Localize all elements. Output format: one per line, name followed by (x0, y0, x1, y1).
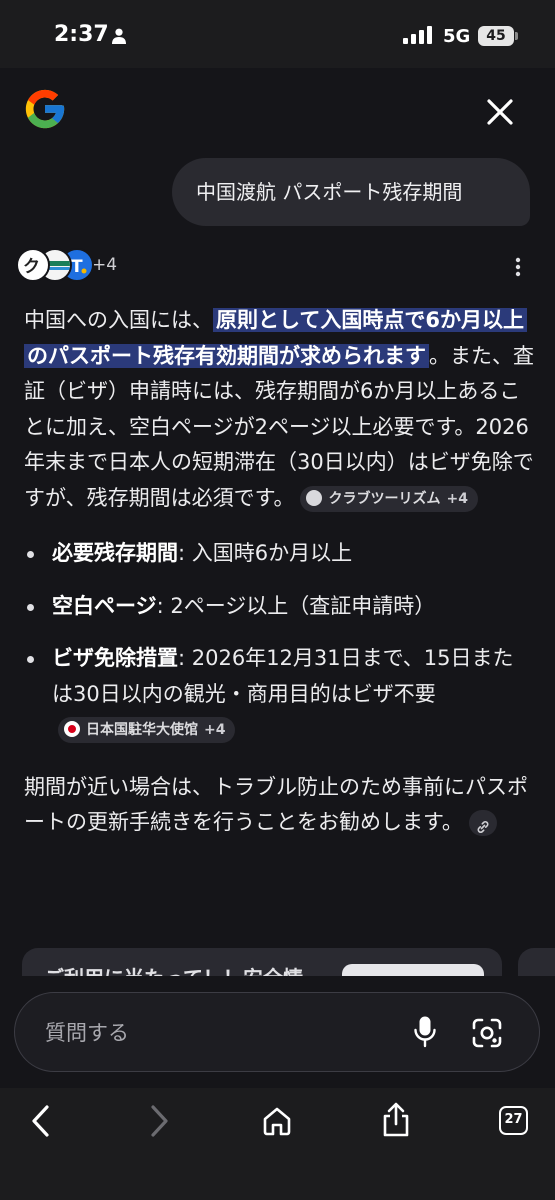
status-bar: 2:37 5G 45 (0, 0, 555, 68)
related-card-next[interactable] (518, 948, 555, 976)
status-time: 2:37 (54, 22, 109, 47)
google-logo-icon (25, 89, 65, 129)
more-options-icon[interactable] (508, 256, 528, 278)
mic-icon[interactable] (413, 1015, 437, 1049)
link-chip[interactable] (468, 810, 497, 836)
user-query-bubble: 中国渡航 パスポート残存期間 (172, 158, 530, 226)
card-title: ご利用に当たって！！安全情 (44, 962, 303, 976)
source-chip-club-tourism[interactable]: クラブツーリズム +4 (300, 485, 478, 512)
home-icon[interactable] (262, 1106, 292, 1136)
related-card[interactable]: ご利用に当たって！！安全情 (22, 948, 502, 976)
list-item: 必要残存期間: 入国時6か月以上 (24, 536, 534, 572)
japan-flag-icon (64, 721, 80, 737)
close-button[interactable] (480, 92, 520, 132)
club-tourism-icon (306, 489, 323, 506)
network-type: 5G (443, 26, 471, 47)
kura-ten-icon: ク (16, 248, 50, 282)
browser-toolbar (0, 1088, 555, 1200)
share-icon[interactable] (380, 1102, 412, 1138)
ask-input-placeholder[interactable]: 質問する (45, 1017, 129, 1047)
card-thumbnail (342, 964, 484, 976)
back-icon[interactable] (28, 1104, 54, 1138)
signal-icon (403, 26, 432, 44)
svg-text:ク: ク (23, 257, 40, 277)
ask-input-bar[interactable]: 質問する (14, 992, 540, 1072)
camera-lens-icon[interactable] (471, 1017, 503, 1049)
answer-intro: 中国への入国には、 原則として入国時点で6か月以上のパスポート残存有効期間が求めら… (24, 308, 534, 512)
list-item: ビザ免除措置: 2026年12月31日まで、15日または30日以内の観光・商用目… (24, 641, 534, 748)
svg-text:T: T (71, 257, 83, 277)
battery-icon: 45 (478, 26, 518, 46)
bullet-list: 必要残存期間: 入国時6か月以上 空白ページ: 2ページ以上（査証申請時） ビザ… (24, 536, 534, 748)
tabs-button[interactable]: 27 (499, 1106, 528, 1135)
answer-body: 中国への入国には、 原則として入国時点で6か月以上のパスポート残存有効期間が求めら… (24, 303, 534, 841)
forward-icon[interactable] (146, 1104, 172, 1138)
link-icon (477, 821, 489, 833)
person-icon (112, 28, 126, 44)
list-item: 空白ページ: 2ページ以上（査証申請時） (24, 589, 534, 625)
source-chip-embassy[interactable]: 日本国駐华大使馆 +4 (58, 717, 236, 743)
answer-closing: 期間が近い場合は、トラブル防止のため事前にパスポートの更新手続きを行うことをお勧… (24, 774, 528, 836)
source-count: +4 (92, 255, 118, 275)
